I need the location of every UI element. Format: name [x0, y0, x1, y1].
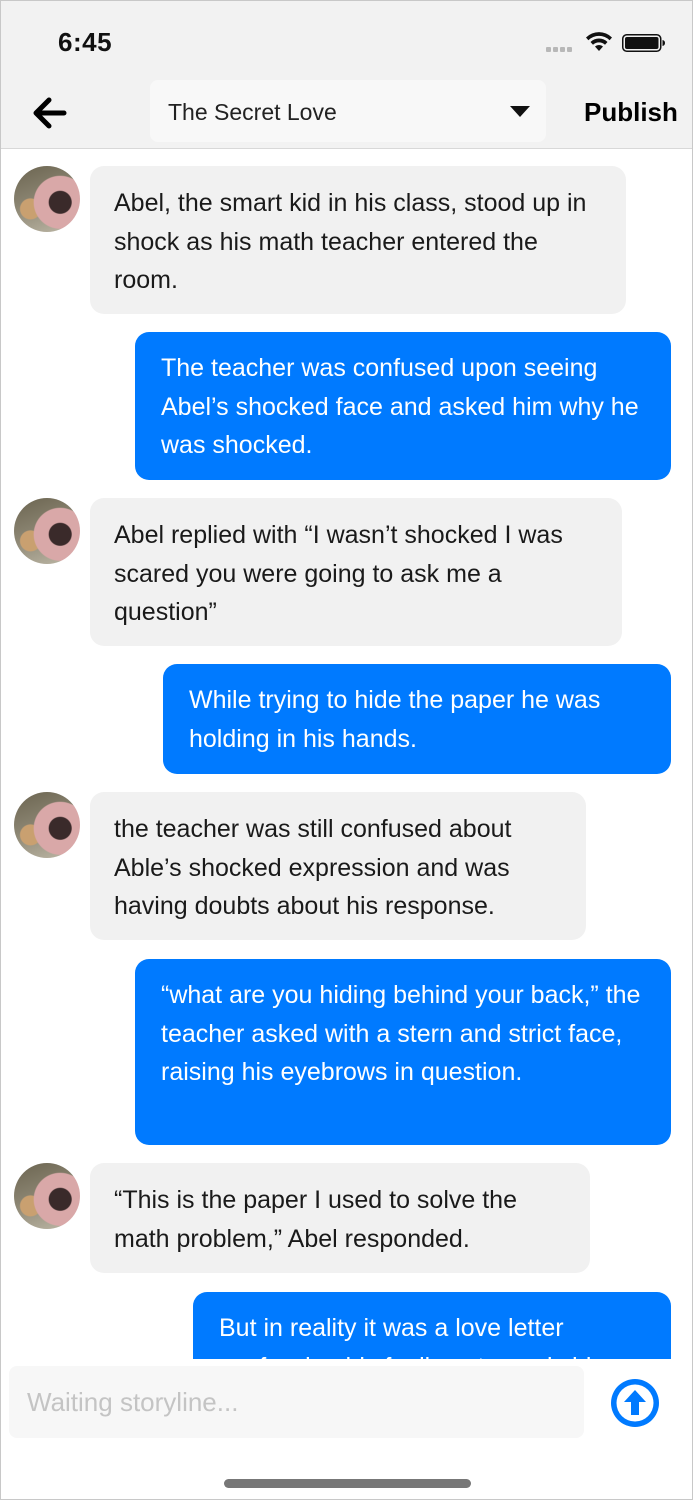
avatar [14, 166, 80, 232]
message-bubble-incoming: “This is the paper I used to solve the m… [90, 1163, 590, 1273]
cellular-signal-icon [546, 47, 578, 53]
message-bubble-outgoing: The teacher was confused upon seeing Abe… [135, 332, 671, 480]
message-list[interactable]: Abel, the smart kid in his class, stood … [1, 149, 692, 1359]
message-bubble-outgoing: But in reality it was a love letter conf… [193, 1292, 671, 1359]
status-time: 6:45 [58, 27, 113, 57]
message-bubble-outgoing: “what are you hiding behind your back,” … [135, 959, 671, 1145]
avatar [14, 498, 80, 564]
composer-bar [1, 1359, 692, 1499]
navigation-header: The Secret Love Publish [1, 79, 692, 149]
message-bubble-outgoing: While trying to hide the paper he was ho… [163, 664, 671, 774]
avatar [14, 792, 80, 858]
wifi-icon [586, 32, 612, 51]
message-bubble-incoming: Abel replied with “I wasn’t shocked I wa… [90, 498, 622, 646]
app-frame: 6:45 The Secret Love Publish Abel, the s… [0, 0, 693, 1500]
battery-icon [622, 34, 665, 52]
home-indicator [224, 1479, 471, 1488]
back-arrow-icon[interactable] [29, 93, 69, 133]
chevron-down-icon [510, 106, 530, 117]
message-bubble-incoming: Abel, the smart kid in his class, stood … [90, 166, 626, 314]
send-arrow-up-icon[interactable] [609, 1377, 661, 1429]
publish-button[interactable]: Publish [584, 97, 678, 128]
storyline-input[interactable] [9, 1366, 584, 1438]
story-title: The Secret Love [168, 99, 337, 125]
status-bar: 6:45 [1, 1, 692, 79]
avatar [14, 1163, 80, 1229]
message-bubble-incoming: the teacher was still confused about Abl… [90, 792, 586, 940]
story-title-dropdown[interactable]: The Secret Love [150, 80, 546, 142]
